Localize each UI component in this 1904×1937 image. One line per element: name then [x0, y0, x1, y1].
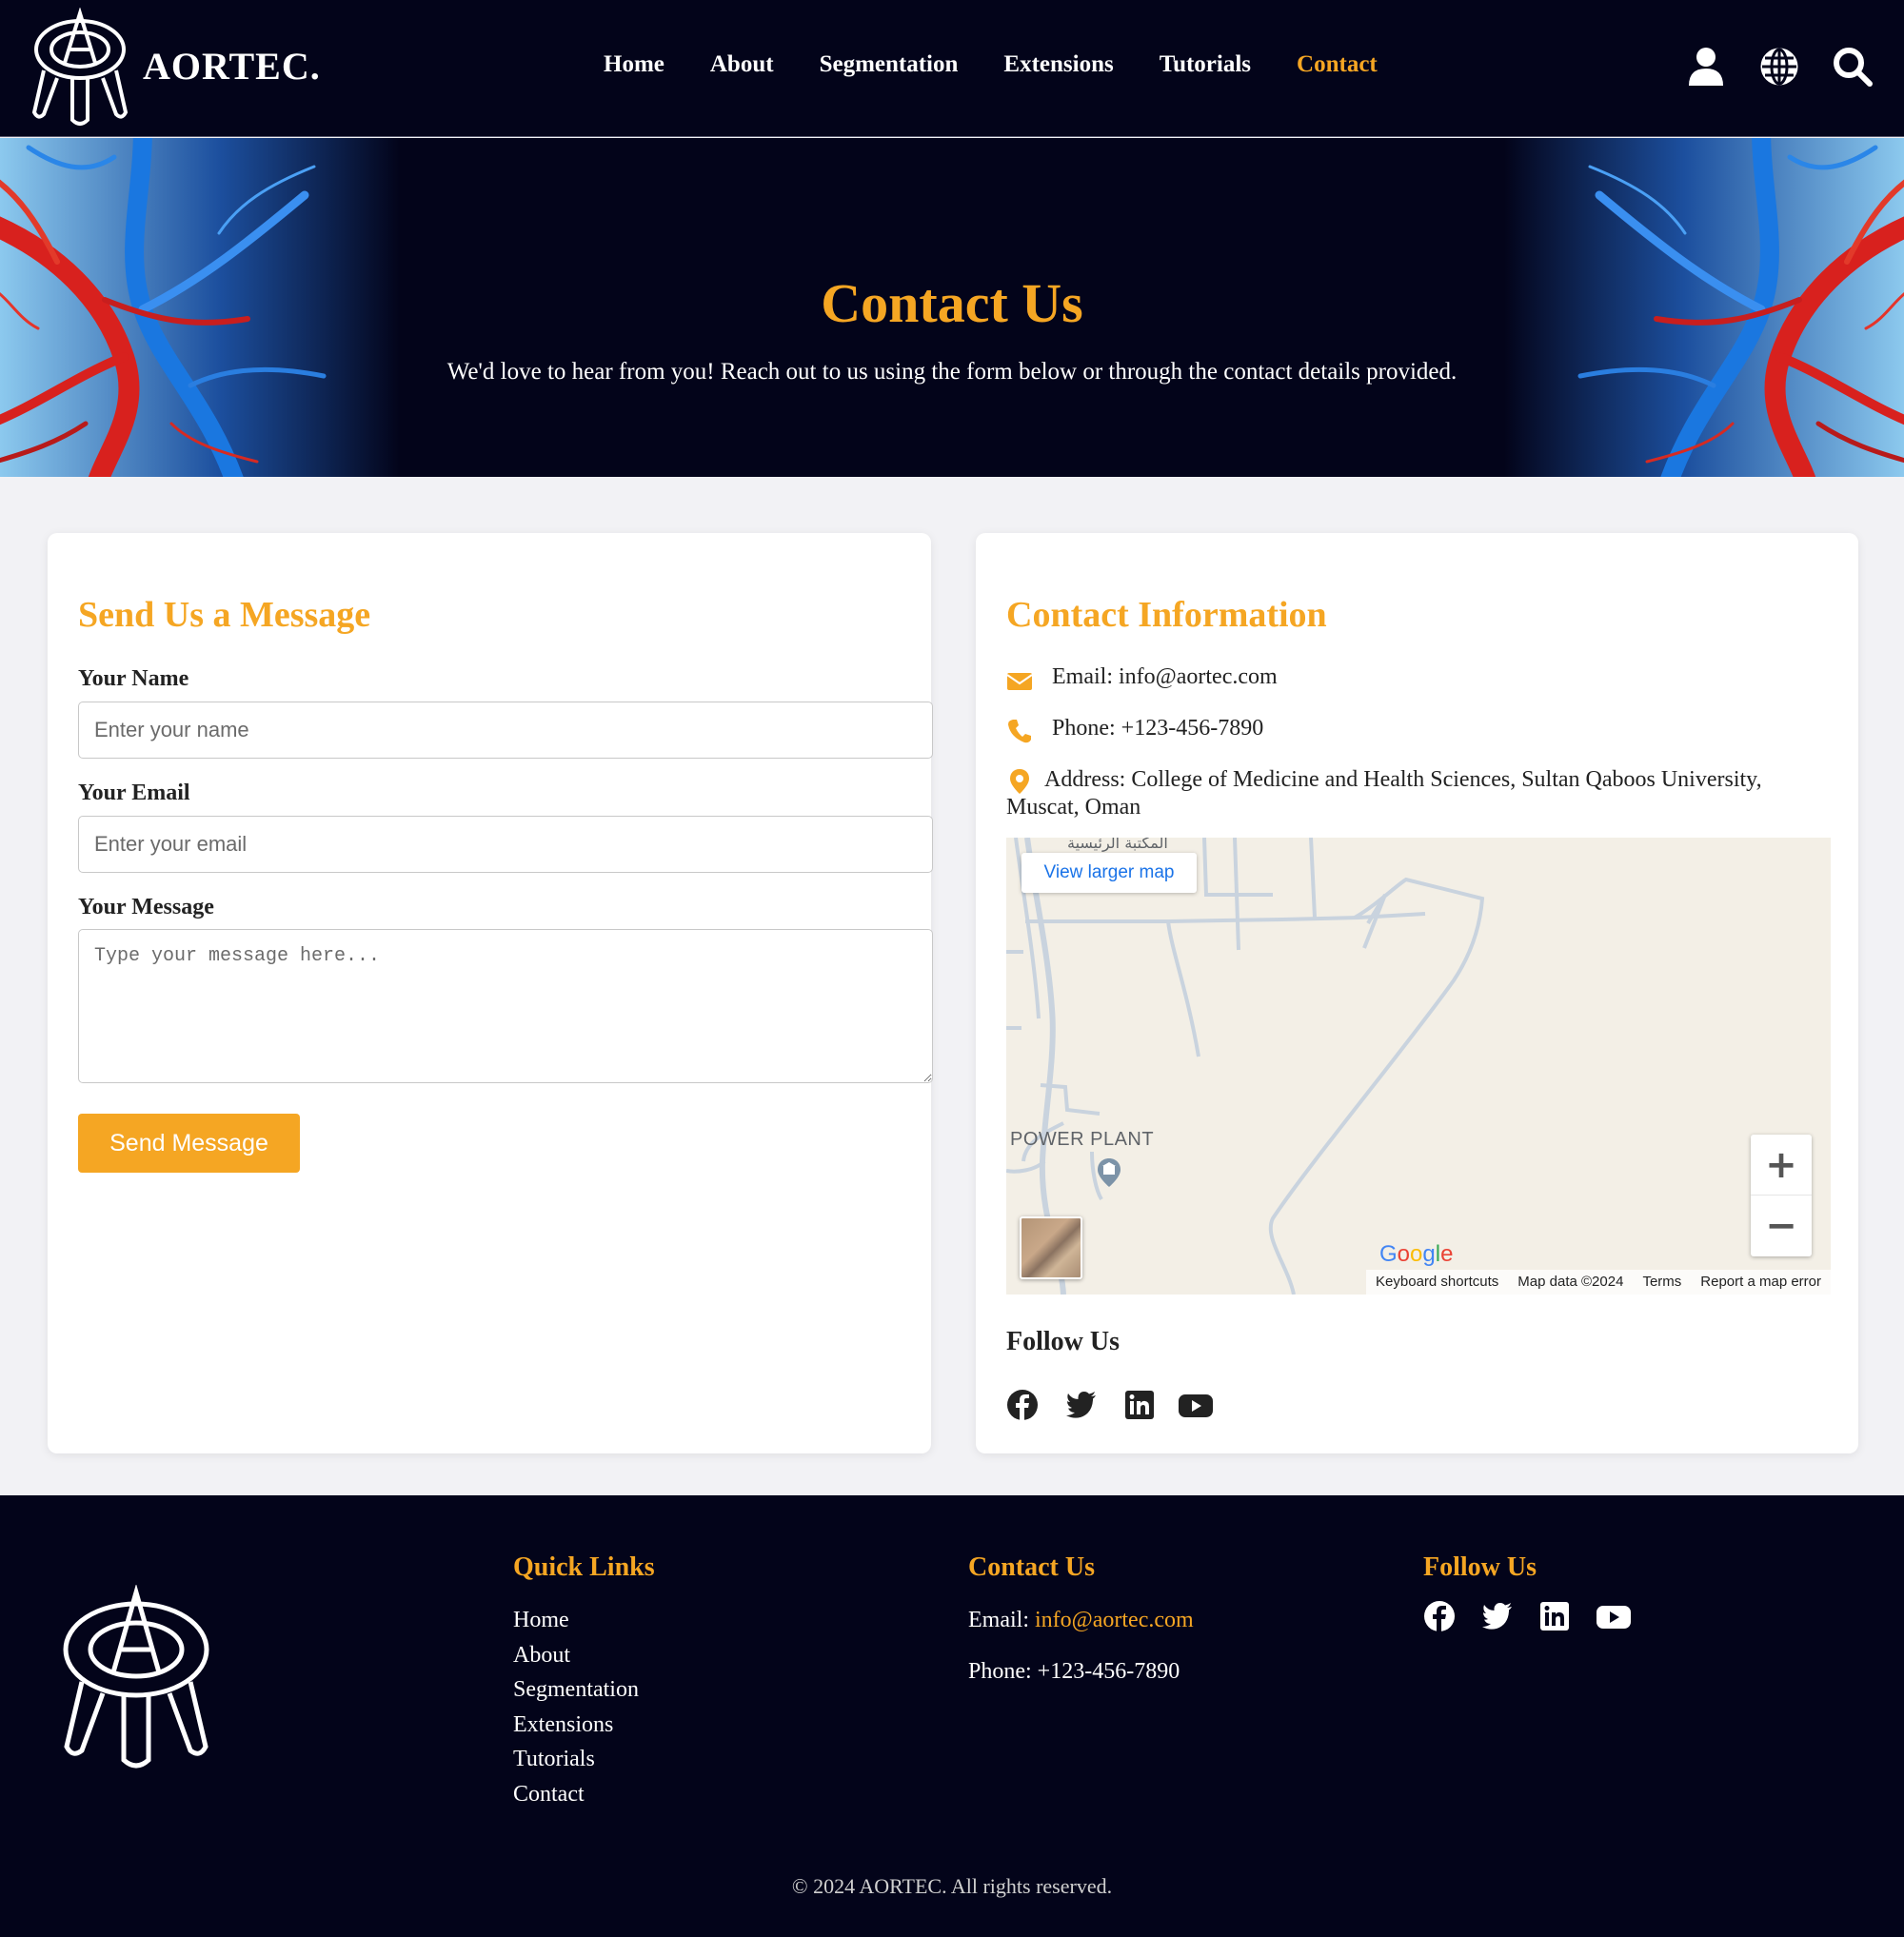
hero-banner: Contact Us We'd love to hear from you! R…	[0, 138, 1904, 477]
footer-phone: Phone: +123-456-7890	[968, 1659, 1180, 1684]
main-nav: Home About Segmentation Extensions Tutor…	[604, 51, 1423, 78]
footer-quick-links-title: Quick Links	[513, 1552, 655, 1582]
brand-name[interactable]: AORTEC.	[143, 44, 321, 89]
facebook-icon[interactable]	[1006, 1389, 1039, 1421]
nav-tutorials[interactable]: Tutorials	[1160, 51, 1251, 78]
message-label: Your Message	[78, 895, 214, 919]
map-zoom-controls: + −	[1751, 1135, 1812, 1256]
message-textarea[interactable]	[78, 929, 933, 1083]
page-subtitle: We'd love to hear from you! Reach out to…	[446, 359, 1458, 385]
footer-email-link[interactable]: info@aortec.com	[1035, 1608, 1194, 1632]
footer-twitter-icon[interactable]	[1481, 1600, 1514, 1632]
user-icon[interactable]	[1685, 46, 1727, 88]
site-footer: Quick Links Home About Segmentation Exte…	[0, 1495, 1904, 1937]
footer-link-contact[interactable]: Contact	[513, 1782, 585, 1808]
footer-link-segmentation[interactable]: Segmentation	[513, 1677, 639, 1703]
name-input[interactable]	[78, 702, 933, 759]
twitter-icon[interactable]	[1065, 1389, 1098, 1421]
contact-address-line2: Muscat, Oman	[1006, 795, 1141, 820]
map-label-power-plant: POWER PLANT	[1010, 1129, 1155, 1150]
nav-segmentation[interactable]: Segmentation	[820, 51, 959, 78]
footer-contact-title: Contact Us	[968, 1552, 1095, 1582]
zoom-out-button[interactable]: −	[1751, 1196, 1812, 1256]
youtube-icon[interactable]	[1178, 1389, 1214, 1421]
google-logo: Google	[1379, 1241, 1454, 1267]
footer-link-tutorials[interactable]: Tutorials	[513, 1747, 595, 1772]
terms-link[interactable]: Terms	[1633, 1270, 1691, 1295]
footer-facebook-icon[interactable]	[1423, 1600, 1456, 1632]
copyright: © 2024 AORTEC. All rights reserved.	[791, 1874, 1113, 1898]
contact-info-title: Contact Information	[1006, 595, 1327, 635]
location-pin-icon	[1010, 769, 1029, 794]
name-label: Your Name	[78, 666, 189, 691]
globe-icon[interactable]	[1758, 46, 1800, 88]
embedded-map[interactable]: المكتبة الرئيسية View larger map POWER P…	[1006, 838, 1831, 1295]
nav-home[interactable]: Home	[604, 51, 664, 78]
nav-about[interactable]: About	[710, 51, 774, 78]
contact-form-card: Send Us a Message Your Name Your Email Y…	[48, 533, 933, 1453]
footer-linkedin-icon[interactable]	[1538, 1600, 1571, 1632]
nav-contact[interactable]: Contact	[1297, 51, 1378, 78]
search-icon[interactable]	[1832, 46, 1874, 88]
email-label: Your Email	[78, 781, 190, 805]
map-data-text: Map data ©2024	[1517, 1274, 1624, 1290]
map-footer: Keyboard shortcuts Map data ©2024 Terms …	[1366, 1270, 1831, 1295]
footer-email: Email: info@aortec.com	[968, 1608, 1194, 1633]
map-label-arabic: المكتبة الرئيسية	[1067, 838, 1168, 852]
contact-email: Email: info@aortec.com	[1052, 664, 1278, 689]
footer-logo[interactable]	[61, 1585, 211, 1771]
contact-phone: Phone: +123-456-7890	[1052, 716, 1264, 741]
keyboard-shortcuts-link[interactable]: Keyboard shortcuts	[1366, 1270, 1508, 1295]
envelope-icon	[1006, 673, 1033, 690]
contact-address-line1: Address: College of Medicine and Health …	[1044, 767, 1762, 792]
map-landmark-icon[interactable]	[1096, 1157, 1122, 1188]
satellite-layer-toggle[interactable]	[1020, 1216, 1082, 1279]
nav-extensions[interactable]: Extensions	[1003, 51, 1113, 78]
footer-link-extensions[interactable]: Extensions	[513, 1712, 613, 1738]
form-title: Send Us a Message	[78, 595, 371, 635]
zoom-in-button[interactable]: +	[1751, 1135, 1812, 1196]
report-map-error-link[interactable]: Report a map error	[1691, 1270, 1831, 1295]
footer-youtube-icon[interactable]	[1596, 1600, 1632, 1632]
page-title: Contact Us	[821, 272, 1083, 334]
email-input[interactable]	[78, 816, 933, 873]
aortec-logo[interactable]	[30, 8, 129, 128]
follow-us-title: Follow Us	[1006, 1327, 1120, 1356]
contact-info-card: Contact Information Email: info@aortec.c…	[976, 533, 1858, 1453]
phone-icon	[1008, 720, 1031, 743]
linkedin-icon[interactable]	[1123, 1389, 1156, 1421]
site-header: AORTEC. Home About Segmentation Extensio…	[0, 0, 1904, 137]
send-message-button[interactable]: Send Message	[78, 1114, 300, 1173]
footer-link-about[interactable]: About	[513, 1643, 570, 1669]
footer-follow-title: Follow Us	[1423, 1552, 1537, 1582]
footer-link-home[interactable]: Home	[513, 1608, 569, 1633]
view-larger-map-link[interactable]: View larger map	[1021, 853, 1197, 893]
footer-email-label: Email:	[968, 1608, 1035, 1632]
